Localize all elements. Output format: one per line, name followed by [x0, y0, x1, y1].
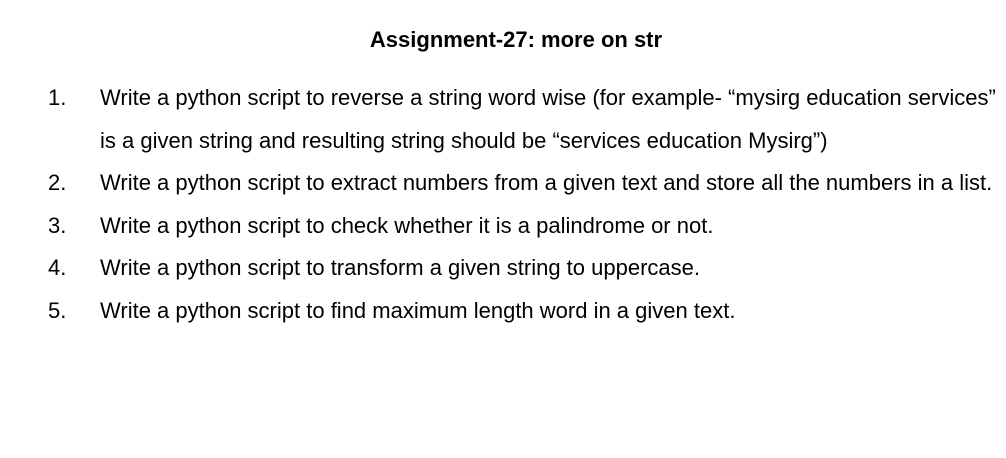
item-text: Write a python script to extract numbers…: [100, 170, 993, 195]
list-item: 3. Write a python script to check whethe…: [48, 205, 1006, 248]
item-text: Write a python script to find maximum le…: [100, 297, 736, 323]
item-text: Write a python script to reverse a strin…: [100, 85, 996, 153]
item-text: Write a python script to transform a giv…: [100, 255, 700, 280]
item-number: 2.: [48, 170, 67, 195]
item-text: Write a python script to check whether i…: [100, 212, 714, 238]
list-item: 2. Write a python script to extract numb…: [48, 162, 1006, 205]
list-item: 5. Write a python script to find maximum…: [48, 290, 1006, 333]
document-title: Assignment-27: more on str: [369, 27, 663, 52]
list-item: 1. Write a python script to reverse a st…: [48, 77, 1006, 162]
item-number: 3.: [48, 212, 67, 238]
assignment-list: 1. Write a python script to reverse a st…: [48, 77, 1006, 332]
item-number: 5.: [48, 297, 67, 323]
list-item: 4. Write a python script to transform a …: [48, 247, 1006, 290]
item-number: 4.: [48, 255, 67, 280]
item-number: 1.: [48, 85, 67, 110]
